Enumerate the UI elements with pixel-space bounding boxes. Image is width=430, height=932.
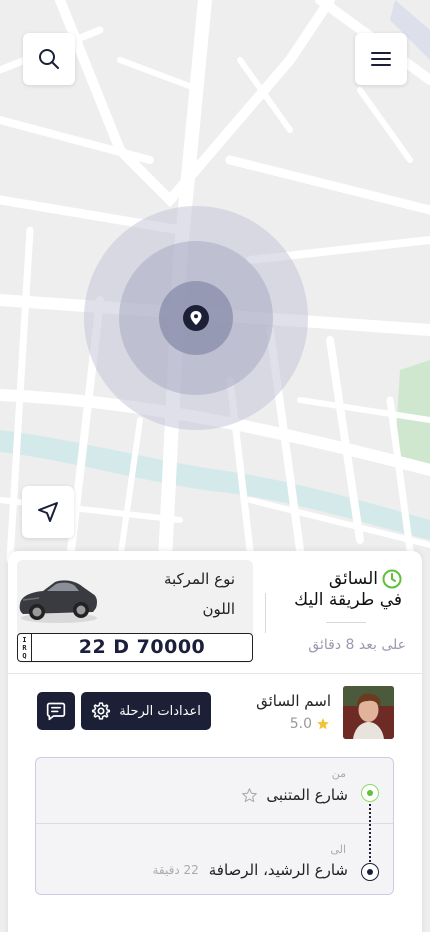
menu-button[interactable] — [355, 33, 407, 85]
destination-address[interactable]: شارع الرشيد، الرصافة 22 دقيقة — [152, 861, 348, 879]
star-icon — [317, 718, 329, 730]
location-pin-icon — [183, 305, 209, 331]
plate-country-code: I R Q — [18, 634, 32, 661]
section-divider — [8, 673, 422, 674]
search-icon — [39, 49, 59, 69]
vehicle-type-label: نوع المركبة — [163, 570, 235, 588]
destination-time: 22 دقيقة — [152, 863, 199, 877]
route-connector — [369, 804, 371, 862]
driver-name: اسم السائق — [256, 692, 331, 710]
search-button[interactable] — [23, 33, 75, 85]
driver-status: السائق في طريقة اليك — [262, 569, 402, 623]
destination-marker — [361, 863, 379, 881]
status-title: السائق — [328, 569, 378, 589]
origin-address[interactable]: شارع المتنبى — [241, 786, 348, 804]
route-divider — [36, 823, 393, 824]
status-subtitle: في طريقة اليك — [294, 590, 402, 610]
trip-details-sheet: السائق في طريقة اليك على بعد 8 دقائق نوع… — [8, 551, 422, 932]
clock-icon — [382, 569, 402, 589]
route-card: من شارع المتنبى الى شارع الرشيد، الرصافة… — [35, 757, 394, 895]
driver-rating: 5.0 — [290, 716, 330, 732]
license-plate: I R Q 22 D 70000 — [17, 633, 253, 662]
trip-settings-label: اعدادات الرحلة — [119, 703, 201, 719]
vehicle-color-label: اللون — [202, 600, 235, 618]
rating-value: 5.0 — [289, 716, 312, 732]
status-divider — [326, 622, 366, 623]
driver-avatar[interactable] — [343, 686, 394, 739]
gear-icon — [92, 702, 111, 720]
trip-settings-button[interactable]: اعدادات الرحلة — [81, 692, 211, 730]
destination-street: شارع الرشيد، الرصافة — [208, 861, 348, 879]
origin-marker — [361, 784, 379, 802]
navigation-arrow-icon — [38, 502, 58, 522]
chat-icon — [46, 702, 66, 721]
recenter-button[interactable] — [22, 486, 74, 538]
favorite-star-icon[interactable] — [241, 787, 258, 804]
eta-text: على بعد 8 دقائق — [308, 637, 406, 653]
vehicle-card: نوع المركبة اللون I R Q 22 D 70000 — [17, 560, 253, 663]
car-image — [19, 580, 97, 623]
vertical-divider — [265, 593, 266, 633]
chat-button[interactable] — [37, 692, 75, 730]
driver-photo — [343, 686, 394, 739]
origin-label: من — [331, 767, 346, 780]
menu-icon — [371, 52, 391, 66]
plate-number: 22 D 70000 — [78, 636, 206, 658]
origin-street: شارع المتنبى — [266, 786, 348, 804]
destination-label: الى — [330, 843, 346, 856]
